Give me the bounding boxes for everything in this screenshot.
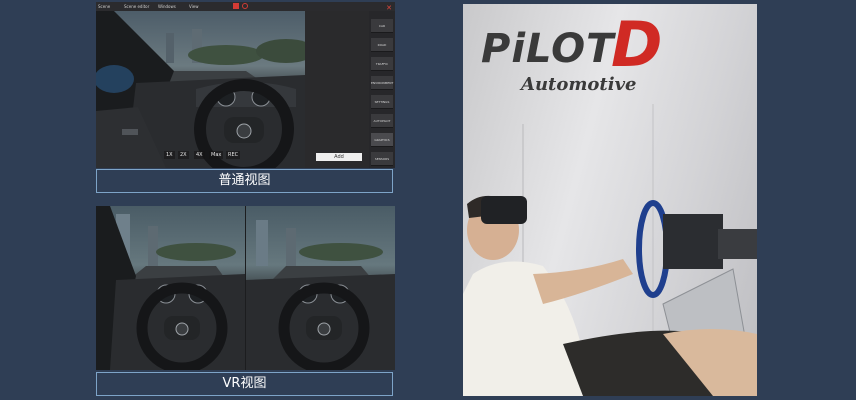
record-icon[interactable] — [242, 3, 248, 9]
vr-left-scene — [96, 206, 245, 370]
cockpit-scene — [96, 11, 305, 168]
zoom-4x-button[interactable]: 4X — [194, 151, 205, 159]
vr-right-scene — [246, 220, 395, 370]
menu-scene-editor[interactable]: Scene editor — [124, 4, 149, 9]
vr-right-eye-view — [246, 206, 395, 370]
app-logo-icon — [233, 3, 239, 9]
driver-photo: PiLOT D Automotive — [463, 4, 757, 396]
record-button[interactable]: REC — [226, 151, 241, 159]
sidebar-item-graphics[interactable]: GRAPHICS — [371, 133, 393, 147]
sidebar-item-car[interactable]: CAR — [371, 19, 393, 33]
zoom-1x-button[interactable]: 1X — [164, 151, 175, 159]
vr-left-eye-view — [96, 206, 245, 370]
normal-view-caption: 普通视图 — [96, 169, 393, 193]
driver-figure — [463, 104, 757, 396]
add-button[interactable]: Add — [316, 153, 362, 161]
sidebar-item-environment[interactable]: ENVIRONMENT — [371, 76, 393, 90]
menu-bar: Scene Scene editor Windows View ✕ — [96, 2, 395, 12]
sidebar-item-autopilot[interactable]: AUTOPILOT — [371, 114, 393, 128]
sidebar-item-traffic[interactable]: TRAFFIC — [371, 57, 393, 71]
vr-view-caption: VR视图 — [96, 372, 393, 396]
zoom-2x-button[interactable]: 2X — [178, 151, 189, 159]
sidebar: CAR ROAD TRAFFIC ENVIRONMENT SETTINGS AU… — [369, 11, 395, 168]
zoom-max-button[interactable]: Max — [209, 151, 224, 159]
driver-view[interactable] — [96, 11, 305, 168]
sidebar-item-sensors[interactable]: SENSORS — [371, 152, 393, 166]
vr-view-panel — [96, 206, 395, 370]
menu-scene[interactable]: Scene — [98, 4, 110, 9]
simulator-window: Scene Scene editor Windows View ✕ 1X 2X … — [96, 2, 395, 168]
sidebar-item-settings[interactable]: SETTINGS — [371, 95, 393, 109]
menu-windows[interactable]: Windows — [158, 4, 176, 9]
menu-view[interactable]: View — [189, 4, 199, 9]
settings-panel — [305, 11, 369, 168]
sidebar-item-road[interactable]: ROAD — [371, 38, 393, 52]
